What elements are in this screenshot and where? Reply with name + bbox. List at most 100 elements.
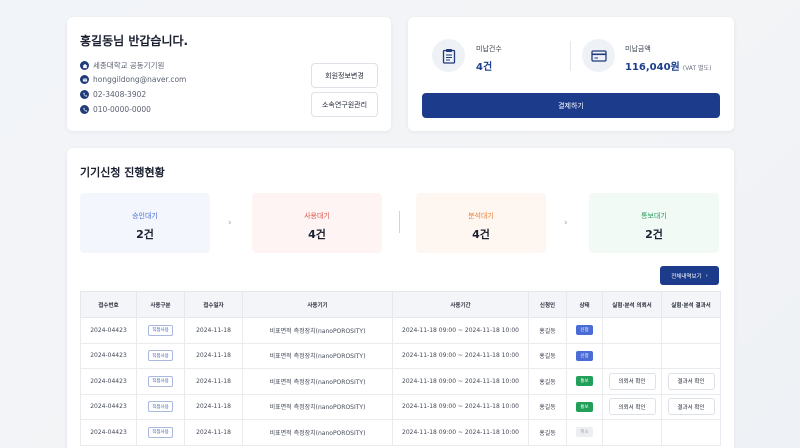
table-header-row: 접수번호 사용구분 접수일자 사용기기 사용기간 신청인 상태 실험·분석 의뢰… <box>80 291 721 318</box>
cell-period: 2024-11-18 09:00 ~ 2024-11-18 10:00 <box>392 419 529 446</box>
view-request-button[interactable]: 의뢰서 확인 <box>608 372 656 390</box>
stat-divider <box>570 41 571 71</box>
view-request-button[interactable]: 의뢰서 확인 <box>608 398 656 416</box>
status-box-approval-waiting[interactable]: 승인대기 2건 <box>80 193 210 253</box>
status-box-count: 2건 <box>136 228 154 241</box>
cell-request: 의뢰서 확인 <box>602 393 662 420</box>
email-text: honggildong@naver.com <box>93 75 187 84</box>
unpaid-amount-label: 미납금액 <box>625 45 651 53</box>
status-box-label: 분석대기 <box>468 212 494 220</box>
status-badge: 취소 <box>576 427 593 438</box>
use-type-tag: 직접사용 <box>148 350 173 362</box>
cell-period: 2024-11-18 09:00 ~ 2024-11-18 10:00 <box>392 368 529 395</box>
view-result-button[interactable]: 결과서 확인 <box>667 372 715 390</box>
col-header: 실험·분석 의뢰서 <box>602 291 662 318</box>
cell-use-type: 직접사용 <box>136 368 185 395</box>
table-row[interactable]: 2024-04423 직접사용 2024-11-18 비표면적 측정장치(nanoPO… <box>80 317 721 344</box>
view-all-label: 전체내역보기 <box>671 273 702 280</box>
cell-result <box>661 419 721 446</box>
col-header: 사용기간 <box>392 291 529 318</box>
cell-status: 취소 <box>566 419 603 446</box>
cell-result: 결과서 확인 <box>661 393 721 420</box>
col-header: 사용구분 <box>136 291 185 318</box>
lab-members-button[interactable]: 소속연구원관리 <box>311 92 378 117</box>
chevron-right-icon: › <box>564 218 568 228</box>
cell-device: 비표면적 측정장치(nanoPOROSITY) <box>242 393 393 420</box>
status-divider <box>399 211 400 233</box>
view-all-button[interactable]: 전체내역보기 › <box>660 266 719 285</box>
cell-applicant: 홍길동 <box>528 393 567 420</box>
cell-status: 신청 <box>566 342 603 369</box>
view-result-button[interactable]: 결과서 확인 <box>667 398 715 416</box>
cell-status: 통보 <box>566 393 603 420</box>
cell-date: 2024-11-18 <box>184 342 243 369</box>
cell-applicant: 홍길동 <box>528 317 567 344</box>
phone-info: 02-3408-3902 <box>80 90 146 99</box>
cell-period: 2024-11-18 09:00 ~ 2024-11-18 10:00 <box>392 342 529 369</box>
organization-text: 세종대학교 공동기기원 <box>93 61 165 70</box>
use-type-tag: 직접사용 <box>148 324 173 336</box>
cell-device: 비표면적 측정장치(nanoPOROSITY) <box>242 419 393 446</box>
status-box-analysis-waiting[interactable]: 분석대기 4건 <box>416 193 546 253</box>
edit-member-button[interactable]: 회원정보변경 <box>311 63 378 88</box>
table-row[interactable]: 2024-04423 직접사용 2024-11-18 비표면적 측정장치(nanoPO… <box>80 393 721 420</box>
col-header: 상태 <box>566 291 603 318</box>
col-header: 접수일자 <box>184 291 243 318</box>
table-row[interactable]: 2024-04423 직접사용 2024-11-18 비표면적 측정장치(nanoPO… <box>80 368 721 395</box>
section-title: 기기신청 진행현황 <box>80 166 165 179</box>
cell-device: 비표면적 측정장치(nanoPOROSITY) <box>242 317 393 344</box>
home-icon <box>80 61 89 70</box>
status-badge: 신청 <box>576 350 593 361</box>
unpaid-amount-value: 116,040원 <box>625 62 680 73</box>
cell-request: 의뢰서 확인 <box>602 368 662 395</box>
use-type-tag: 직접사용 <box>148 375 173 387</box>
profile-card: 홍길동님 반갑습니다. 세종대학교 공동기기원 honggildong@nave… <box>67 17 391 131</box>
table-row[interactable]: 2024-04423 직접사용 2024-11-18 비표면적 측정장치(nanoPO… <box>80 342 721 369</box>
payment-card: 미납건수 4건 미납금액 116,040원 (VAT 별도) 결제하기 <box>408 17 734 131</box>
status-badge: 신청 <box>576 325 593 336</box>
chevron-right-icon: › <box>705 272 708 279</box>
chevron-right-icon: › <box>228 218 232 228</box>
mail-icon <box>80 75 89 84</box>
cell-receipt-no: 2024-04423 <box>80 342 137 369</box>
cell-date: 2024-11-18 <box>184 393 243 420</box>
cell-request <box>602 317 662 344</box>
table-row[interactable]: 2024-04423 직접사용 2024-11-18 비표면적 측정장치(nanoPO… <box>80 419 721 446</box>
mobile-text: 010-0000-0000 <box>93 105 151 114</box>
status-box-label: 사용대기 <box>304 212 330 220</box>
unpaid-count-label: 미납건수 <box>476 45 502 53</box>
col-header: 접수번호 <box>80 291 137 318</box>
cell-date: 2024-11-18 <box>184 317 243 344</box>
cell-applicant: 홍길동 <box>528 419 567 446</box>
cell-status: 신청 <box>566 317 603 344</box>
cell-period: 2024-11-18 09:00 ~ 2024-11-18 10:00 <box>392 393 529 420</box>
cell-device: 비표면적 측정장치(nanoPOROSITY) <box>242 342 393 369</box>
status-box-label: 승인대기 <box>132 212 158 220</box>
status-card: 기기신청 진행현황 승인대기 2건 › 사용대기 4건 분석대기 4건 › 통보… <box>67 148 734 448</box>
status-box-notify-waiting[interactable]: 통보대기 2건 <box>589 193 719 253</box>
cell-applicant: 홍길동 <box>528 368 567 395</box>
vat-note: (VAT 별도) <box>682 65 712 72</box>
cell-use-type: 직접사용 <box>136 342 185 369</box>
unpaid-count-value: 4건 <box>476 62 493 73</box>
card-icon <box>582 39 615 72</box>
status-box-label: 통보대기 <box>641 212 667 220</box>
clipboard-icon <box>432 39 465 72</box>
cell-applicant: 홍길동 <box>528 342 567 369</box>
cell-request <box>602 342 662 369</box>
cell-receipt-no: 2024-04423 <box>80 419 137 446</box>
cell-date: 2024-11-18 <box>184 368 243 395</box>
cell-use-type: 직접사용 <box>136 393 185 420</box>
phone-icon <box>80 90 89 99</box>
cell-receipt-no: 2024-04423 <box>80 317 137 344</box>
status-box-count: 4건 <box>308 228 326 241</box>
pay-button[interactable]: 결제하기 <box>422 93 720 118</box>
phone-icon <box>80 105 89 114</box>
email-info: honggildong@naver.com <box>80 75 186 84</box>
application-table: 접수번호 사용구분 접수일자 사용기기 사용기간 신청인 상태 실험·분석 의뢰… <box>80 291 721 446</box>
status-badge: 통보 <box>576 376 593 387</box>
col-header: 사용기기 <box>242 291 393 318</box>
cell-status: 통보 <box>566 368 603 395</box>
status-box-use-waiting[interactable]: 사용대기 4건 <box>252 193 382 253</box>
use-type-tag: 직접사용 <box>148 401 173 413</box>
